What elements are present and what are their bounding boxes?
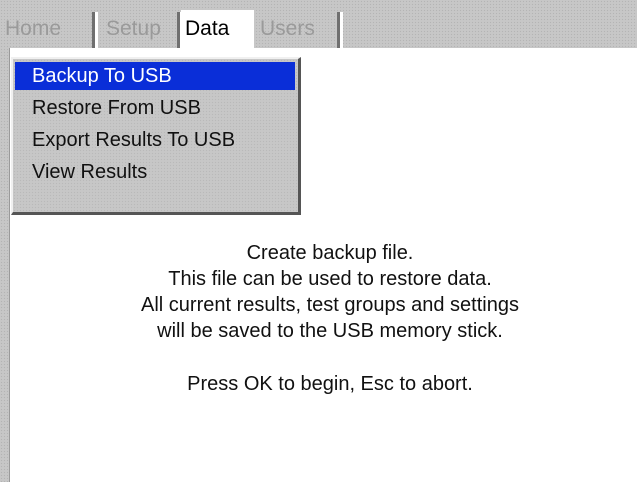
menu-item-view-results[interactable]: View Results bbox=[15, 158, 295, 186]
message-line: will be saved to the USB memory stick. bbox=[157, 320, 503, 342]
message-line: All current results, test groups and set… bbox=[141, 294, 519, 316]
menu-item-export-results-to-usb[interactable]: Export Results To USB bbox=[15, 126, 295, 154]
tab-home[interactable]: Home bbox=[1, 12, 98, 48]
message-line: This file can be used to restore data. bbox=[168, 268, 492, 290]
menu-item-backup-to-usb[interactable]: Backup To USB bbox=[15, 62, 295, 90]
tab-setup[interactable]: Setup bbox=[102, 12, 183, 48]
tab-bar: Home Setup Data Users bbox=[0, 0, 637, 50]
menu-item-restore-from-usb[interactable]: Restore From USB bbox=[15, 94, 295, 122]
info-message: Create backup file. This file can be use… bbox=[40, 240, 620, 397]
tab-users[interactable]: Users bbox=[256, 12, 343, 48]
panel-left-border bbox=[0, 48, 10, 482]
data-dropdown-menu: Backup To USB Restore From USB Export Re… bbox=[11, 57, 301, 215]
message-line: Create backup file. bbox=[246, 242, 414, 264]
tab-data[interactable]: Data bbox=[181, 10, 254, 50]
message-prompt: Press OK to begin, Esc to abort. bbox=[187, 373, 473, 395]
